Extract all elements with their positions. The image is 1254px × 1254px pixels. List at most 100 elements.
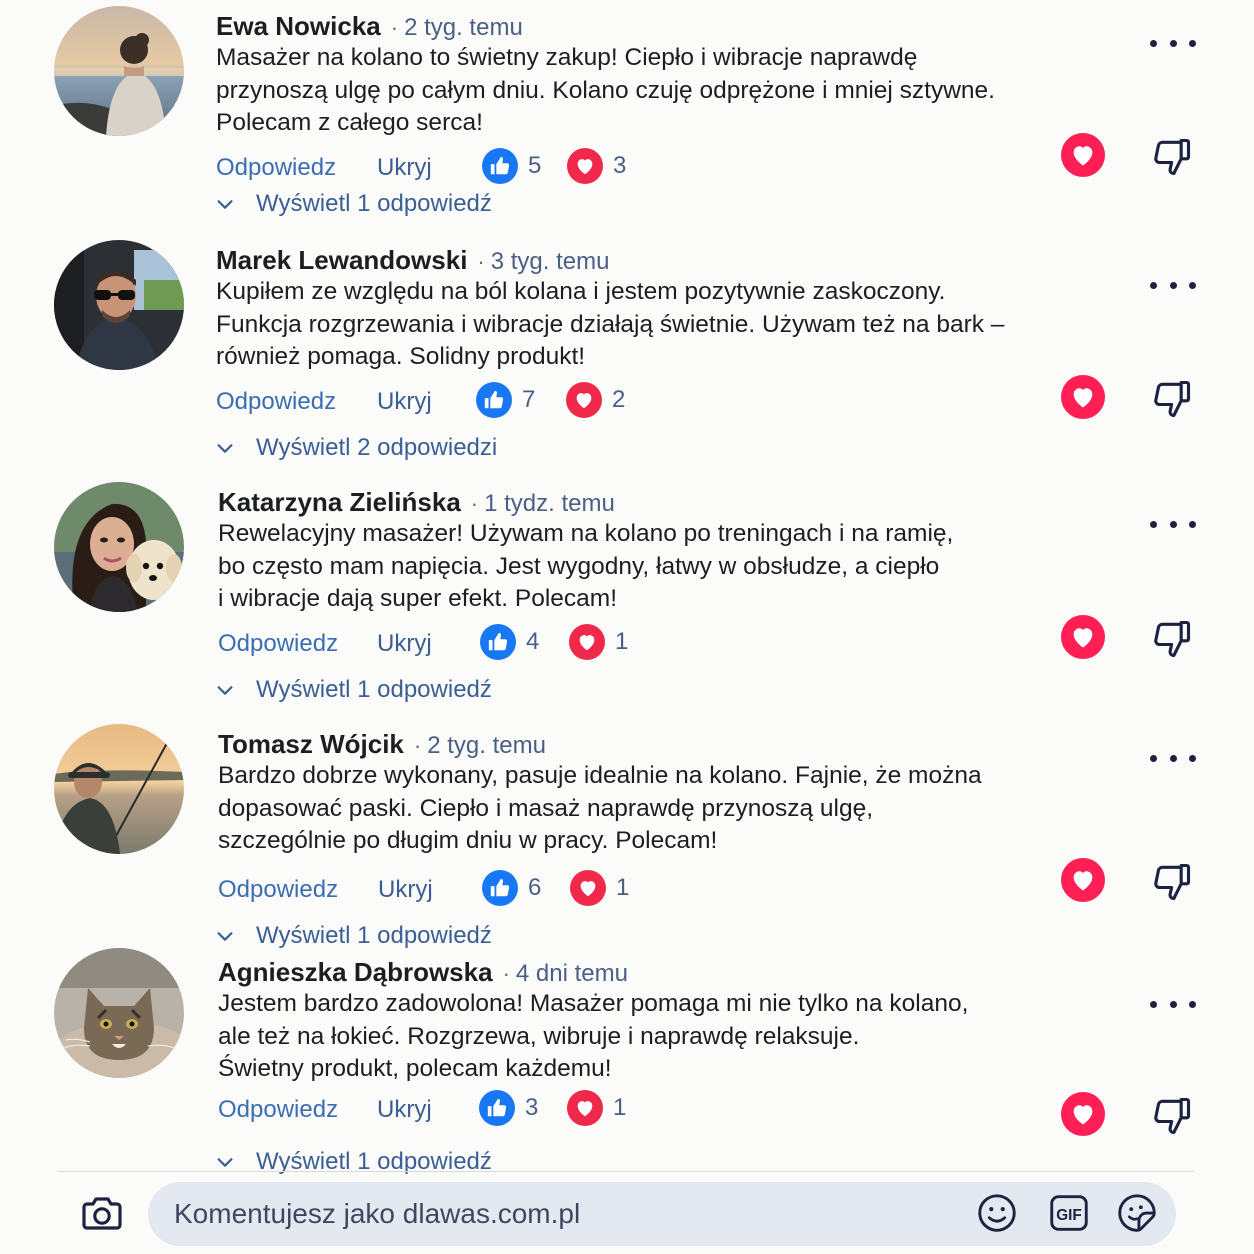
more-options-icon[interactable] xyxy=(1150,31,1196,55)
dislike-button[interactable] xyxy=(1150,135,1194,179)
view-replies-button[interactable]: Wyświetl 1 odpowiedź xyxy=(214,190,492,218)
like-count: 4 xyxy=(526,627,540,655)
hide-button[interactable]: Ukryj xyxy=(377,388,432,416)
separator-dot: · xyxy=(477,249,485,274)
timestamp[interactable]: 4 dni temu xyxy=(516,960,628,987)
comment: Katarzyna Zielińska · 1 tydz. temu Rewelac… xyxy=(0,476,1254,716)
hide-button[interactable]: Ukryj xyxy=(377,1096,432,1124)
dislike-button[interactable] xyxy=(1150,1094,1194,1138)
comment-line: Kupiłem ze względu na ból kolana i jeste… xyxy=(216,278,946,305)
heart-button[interactable] xyxy=(1061,133,1105,177)
emoji-button[interactable] xyxy=(974,1190,1020,1236)
sticker-button[interactable] xyxy=(1114,1190,1160,1236)
reply-button[interactable]: Odpowiedz xyxy=(216,388,336,416)
heart-button[interactable] xyxy=(1061,375,1105,419)
hide-button[interactable]: Ukryj xyxy=(378,876,433,904)
avatar[interactable] xyxy=(54,240,184,370)
comment-input[interactable]: Komentujesz jako dlawas.com.pl GIF xyxy=(148,1182,1176,1246)
comment: Ewa Nowicka · 2 tyg. temu Masażer na kolan… xyxy=(0,0,1254,240)
more-options-icon[interactable] xyxy=(1150,512,1196,536)
thumbs-down-icon xyxy=(1154,1097,1191,1135)
like-reaction[interactable]: 3 xyxy=(479,1089,539,1126)
thumbs-up-icon xyxy=(482,869,518,906)
gif-button[interactable]: GIF xyxy=(1046,1190,1092,1236)
comment-line: i wibracje dają super efekt. Polecam! xyxy=(218,585,617,612)
view-replies-button[interactable]: Wyświetl 1 odpowiedź xyxy=(214,676,492,704)
heart-count: 1 xyxy=(616,873,630,901)
avatar[interactable] xyxy=(54,482,184,612)
avatar[interactable] xyxy=(54,724,184,854)
heart-button[interactable] xyxy=(1061,858,1105,902)
like-count: 5 xyxy=(528,151,542,179)
dislike-button[interactable] xyxy=(1150,860,1194,904)
separator-dot: · xyxy=(470,491,479,516)
like-reaction[interactable]: 5 xyxy=(482,147,542,184)
heart-reaction[interactable]: 2 xyxy=(566,381,626,418)
separator-dot: · xyxy=(413,733,422,758)
more-options-icon[interactable] xyxy=(1150,273,1196,297)
sticker-icon xyxy=(1118,1194,1156,1232)
author-name[interactable]: Katarzyna Zielińska xyxy=(218,487,461,517)
comment-input-placeholder: Komentujesz jako dlawas.com.pl xyxy=(174,1198,581,1229)
avatar-photo-icon xyxy=(54,948,184,1078)
comment-line: Bardzo dobrze wykonany, pasuje idealnie … xyxy=(218,762,982,789)
heart-icon xyxy=(569,623,605,660)
heart-icon xyxy=(570,869,606,906)
reply-button[interactable]: Odpowiedz xyxy=(218,1096,338,1124)
thumbs-down-icon xyxy=(1154,380,1191,418)
like-count: 3 xyxy=(525,1093,539,1121)
gif-icon: GIF xyxy=(1050,1195,1088,1231)
timestamp[interactable]: 3 tyg. temu xyxy=(491,248,610,275)
heart-icon xyxy=(567,1089,603,1126)
comment-line: ale też na łokieć. Rozgrzewa, wibruje i … xyxy=(218,1022,860,1050)
reply-button[interactable]: Odpowiedz xyxy=(218,630,338,658)
timestamp[interactable]: 2 tyg. temu xyxy=(427,732,546,759)
dislike-button[interactable] xyxy=(1150,617,1194,661)
camera-button[interactable] xyxy=(78,1190,126,1238)
comment: Agnieszka Dąbrowska · 4 dni temu Jestem ba… xyxy=(0,946,1254,1186)
author-name[interactable]: Agnieszka Dąbrowska xyxy=(218,957,493,987)
heart-icon xyxy=(1073,388,1093,408)
thumbs-up-icon xyxy=(479,1089,515,1126)
timestamp[interactable]: 2 tyg. temu xyxy=(404,14,523,41)
comment-text: Bardzo dobrze wykonany, pasuje idealnie … xyxy=(218,760,1038,858)
avatar-photo-icon xyxy=(54,6,184,136)
heart-button[interactable] xyxy=(1061,1092,1105,1136)
timestamp[interactable]: 1 tydz. temu xyxy=(484,490,615,517)
chevron-down-icon xyxy=(217,1158,233,1167)
comment-line: Masażer na kolano to świetny zakup! Ciep… xyxy=(216,44,918,71)
heart-reaction[interactable]: 1 xyxy=(569,623,628,660)
comment-line: bo często mam napięcia. Jest wygodny, ła… xyxy=(218,552,940,580)
more-options-icon[interactable] xyxy=(1150,992,1196,1016)
thumbs-up-icon xyxy=(482,147,518,184)
heart-reaction[interactable]: 1 xyxy=(570,869,630,906)
like-reaction[interactable]: 7 xyxy=(476,381,535,418)
chevron-down-icon xyxy=(217,200,233,209)
dislike-button[interactable] xyxy=(1150,377,1194,421)
author-name[interactable]: Marek Lewandowski xyxy=(216,245,467,275)
heart-icon xyxy=(1073,1105,1093,1125)
hide-button[interactable]: Ukryj xyxy=(377,154,432,182)
thumbs-down-icon xyxy=(1154,620,1191,658)
avatar[interactable] xyxy=(54,6,184,136)
heart-icon xyxy=(566,381,602,418)
more-options-icon[interactable] xyxy=(1150,746,1196,770)
heart-reaction[interactable]: 3 xyxy=(567,147,626,184)
like-count: 6 xyxy=(528,873,542,901)
like-reaction[interactable]: 6 xyxy=(482,869,542,906)
view-replies-label: Wyświetl 2 odpowiedzi xyxy=(256,434,498,461)
hide-button[interactable]: Ukryj xyxy=(377,630,432,658)
comment-line: przynoszą ulgę po całym dniu. Kolano czu… xyxy=(216,76,995,104)
reply-button[interactable]: Odpowiedz xyxy=(218,876,338,904)
heart-count: 2 xyxy=(612,385,626,413)
heart-reaction[interactable]: 1 xyxy=(567,1089,626,1126)
author-name[interactable]: Ewa Nowicka xyxy=(216,11,381,41)
comment-line: Jestem bardzo zadowolona! Masażer pomaga… xyxy=(218,990,969,1017)
like-reaction[interactable]: 4 xyxy=(480,623,540,660)
view-replies-button[interactable]: Wyświetl 2 odpowiedzi xyxy=(214,434,497,462)
comment-text: Masażer na kolano to świetny zakup! Ciep… xyxy=(216,42,1036,140)
author-name[interactable]: Tomasz Wójcik xyxy=(218,729,404,759)
avatar[interactable] xyxy=(54,948,184,1078)
heart-button[interactable] xyxy=(1061,615,1105,659)
reply-button[interactable]: Odpowiedz xyxy=(216,154,336,182)
